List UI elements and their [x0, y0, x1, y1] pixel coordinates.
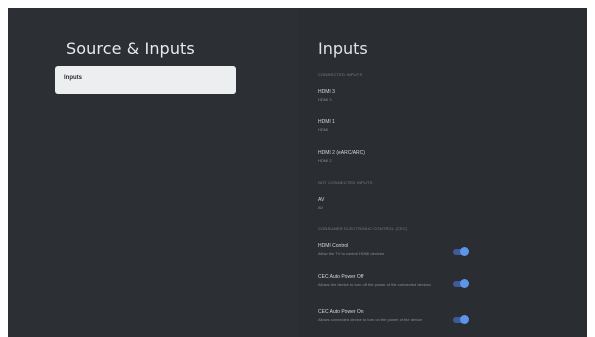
page-title: Inputs [318, 39, 368, 58]
toggle-knob [460, 315, 469, 324]
auto-power-off-toggle[interactable] [453, 279, 469, 288]
inputs-panel: Inputs CONNECTED INPUTS HDMI 3 HDMI 3 HD… [298, 8, 587, 337]
section-header-connected: CONNECTED INPUTS [318, 72, 363, 77]
input-sub: AV [318, 205, 324, 210]
input-sub: HDMI 2 [318, 158, 332, 163]
section-header-not-connected: NOT CONNECTED INPUTS [318, 180, 373, 185]
source-inputs-panel: Source & Inputs Inputs [8, 8, 298, 337]
input-name: HDMI 1 [318, 119, 335, 125]
tv-settings-screen: Source & Inputs Inputs Inputs CONNECTED … [8, 8, 587, 337]
input-item-av[interactable]: AV AV [318, 197, 488, 210]
panel-title: Source & Inputs [66, 39, 195, 58]
setting-description: Allows the device to turn off the power … [318, 282, 431, 287]
input-name: HDMI 2 (eARC/ARC) [318, 150, 365, 156]
input-name: HDMI 3 [318, 89, 335, 95]
toggle-knob [460, 279, 469, 288]
input-sub: HDMI 3 [318, 97, 332, 102]
toggle-knob [460, 247, 469, 256]
setting-description: Allows connected device to turn on the p… [318, 317, 423, 322]
input-item-hdmi3[interactable]: HDMI 3 HDMI 3 [318, 89, 488, 102]
input-name: AV [318, 197, 325, 203]
hdmi-control-toggle[interactable] [453, 247, 469, 256]
input-item-hdmi2-earc[interactable]: HDMI 2 (eARC/ARC) HDMI 2 [318, 150, 488, 163]
section-header-cec: CONSUMER ELECTRONIC CONTROL (CEC) [318, 226, 408, 231]
setting-name: CEC Auto Power On [318, 309, 364, 315]
menu-item-label: Inputs [64, 75, 82, 81]
input-item-hdmi1[interactable]: HDMI 1 HDMI [318, 119, 488, 132]
auto-power-on-toggle[interactable] [453, 315, 469, 324]
menu-item-inputs[interactable]: Inputs [55, 66, 236, 94]
input-sub: HDMI [318, 127, 329, 132]
